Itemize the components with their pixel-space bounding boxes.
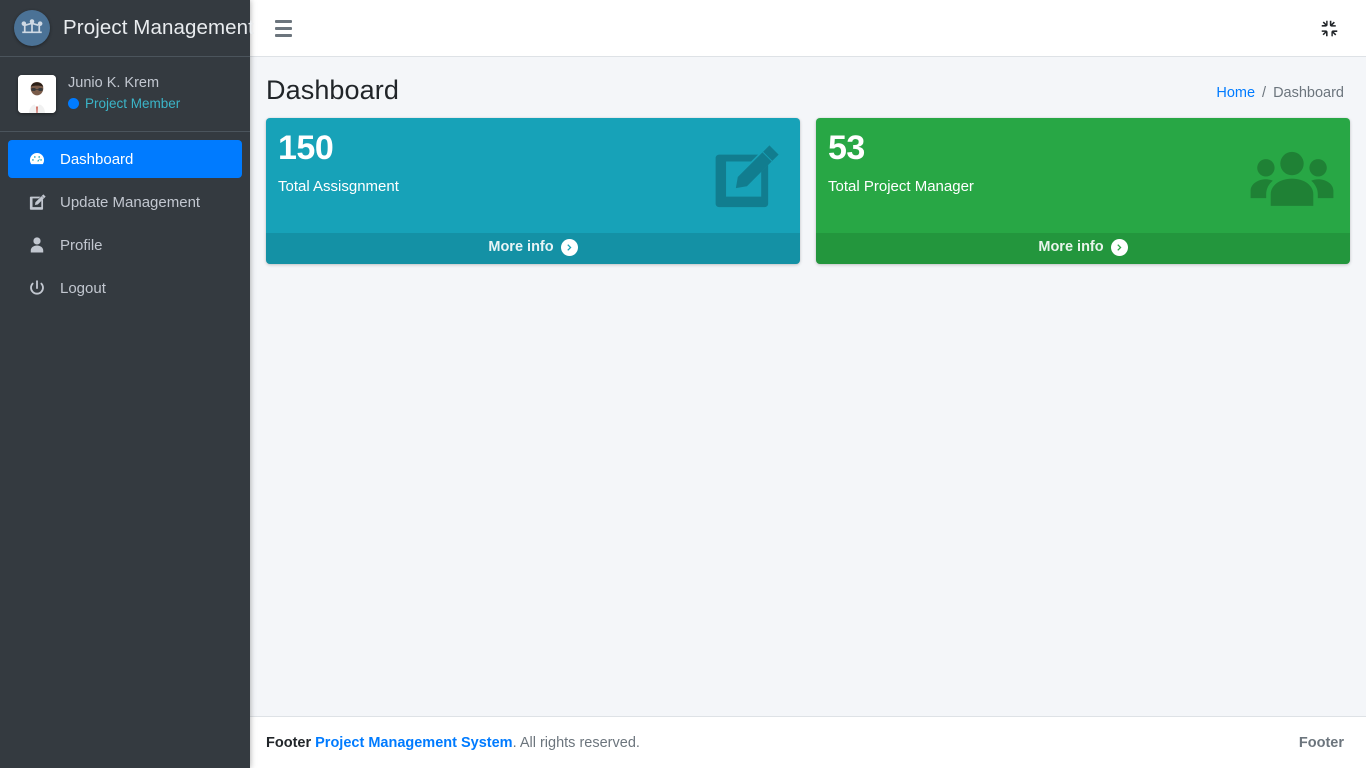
sidebar-item-profile[interactable]: Profile [8, 226, 242, 264]
app-root: Project Management Junio K. Krem Project… [0, 0, 1366, 768]
hamburger-menu-icon[interactable] [266, 11, 300, 45]
hamburger-bar [274, 33, 292, 37]
brand-link[interactable]: Project Management [0, 0, 254, 57]
breadcrumb-home[interactable]: Home [1216, 85, 1255, 101]
stat-card-label: Total Project Manager [828, 177, 974, 195]
page-footer: Footer Project Management System. All ri… [250, 716, 1366, 768]
arrow-right-circle-icon [1110, 238, 1128, 256]
sidebar-item-dashboard[interactable]: Dashboard [8, 140, 242, 178]
user-panel: Junio K. Krem Project Member [0, 57, 250, 132]
sidebar-item-logout[interactable]: Logout [8, 269, 242, 307]
brand-title: Project Management [63, 16, 254, 39]
compress-arrows-icon[interactable] [1314, 13, 1344, 43]
content-body: 150 Total Assisgnment More info 53 Total… [250, 118, 1366, 716]
user-name[interactable]: Junio K. Krem [68, 75, 180, 92]
breadcrumb-separator: / [1262, 85, 1267, 101]
project-network-icon [14, 10, 50, 46]
stat-card-value: 53 [828, 129, 865, 168]
stat-card-total-project-manager: 53 Total Project Manager More info [816, 118, 1350, 264]
page-title: Dashboard [266, 75, 399, 105]
footer-text: Footer Project Management System. All ri… [266, 735, 640, 751]
stat-cards-row: 150 Total Assisgnment More info 53 Total… [266, 118, 1350, 264]
status-dot-icon [68, 98, 79, 110]
breadcrumb-current: Dashboard [1273, 85, 1344, 101]
edit-square-icon [26, 193, 48, 212]
footer-suffix: . All rights reserved. [512, 734, 640, 751]
avatar[interactable] [18, 74, 56, 113]
sidebar-nav: Dashboard Update Management Profile Logo… [0, 132, 250, 312]
stat-card-label: Total Assisgnment [278, 177, 399, 195]
breadcrumb: Home / Dashboard [1216, 73, 1344, 101]
hamburger-bar [274, 19, 292, 23]
hamburger-bar [274, 26, 292, 30]
sidebar-item-label: Profile [60, 236, 103, 254]
more-info-label: More info [1038, 239, 1104, 256]
sidebar-item-label: Update Management [60, 193, 201, 211]
main-area: Dashboard Home / Dashboard 150 Total Ass… [250, 0, 1366, 768]
stat-card-value: 150 [278, 129, 334, 168]
sidebar-item-label: Dashboard [60, 150, 134, 168]
user-role-link[interactable]: Project Member [68, 96, 180, 112]
arrow-right-circle-icon [560, 238, 578, 256]
user-role-label: Project Member [85, 96, 181, 112]
stat-card-more-info-link[interactable]: More info [266, 232, 800, 264]
user-icon [26, 236, 48, 254]
tachometer-dashboard-icon [26, 150, 48, 168]
content-header: Dashboard Home / Dashboard [250, 57, 1366, 118]
more-info-label: More info [488, 239, 554, 256]
footer-prefix: Footer [266, 734, 312, 751]
footer-link[interactable]: Project Management System [315, 735, 512, 751]
topbar [250, 0, 1366, 57]
footer-right-label: Footer [1298, 734, 1344, 751]
sidebar-item-label: Logout [60, 279, 106, 297]
stat-card-more-info-link[interactable]: More info [816, 232, 1350, 264]
sidebar-item-update-management[interactable]: Update Management [8, 183, 242, 221]
power-off-icon [26, 279, 48, 297]
stat-card-total-assignment: 150 Total Assisgnment More info [266, 118, 800, 264]
sidebar: Project Management Junio K. Krem Project… [0, 0, 254, 768]
